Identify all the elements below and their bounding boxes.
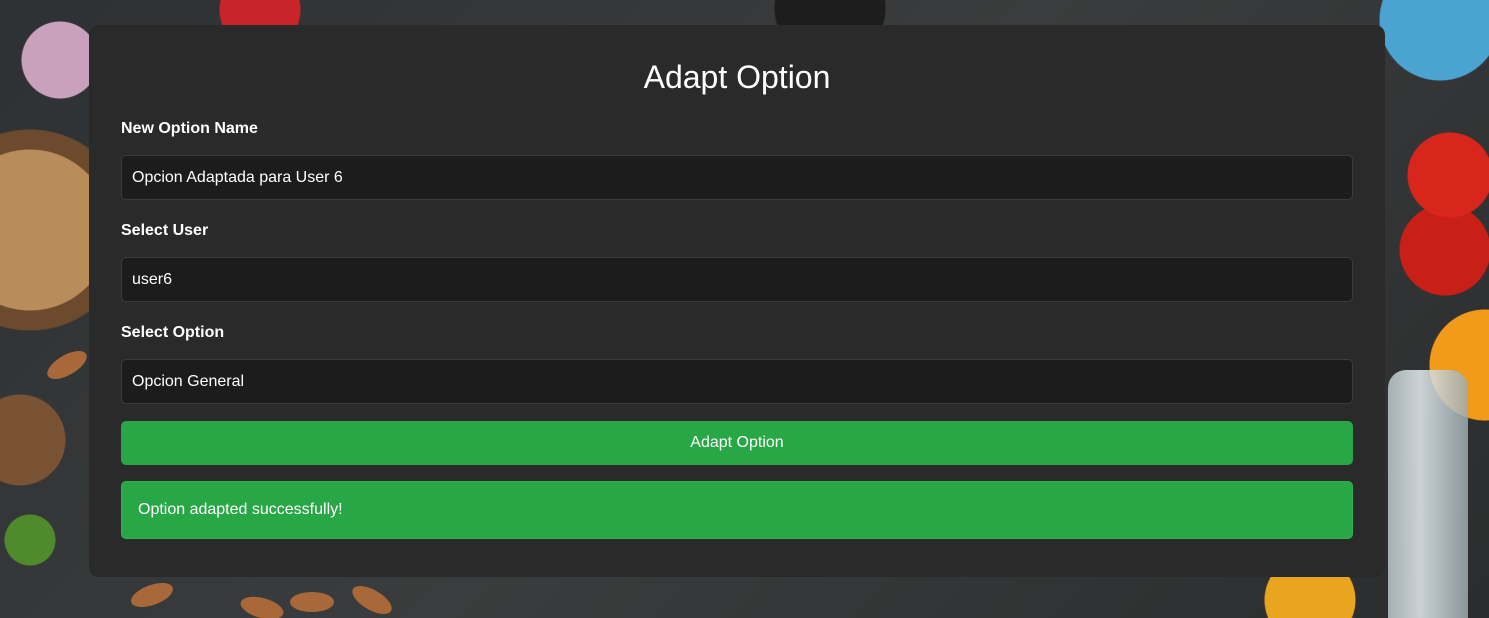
option-name-label: New Option Name	[121, 120, 258, 137]
adapt-option-card: Adapt Option New Option Name Select User…	[89, 25, 1385, 577]
success-alert: Option adapted successfully!	[121, 481, 1353, 539]
almond-decoration	[127, 578, 177, 612]
user-label: Select User	[121, 222, 209, 239]
almond-decoration	[290, 592, 334, 612]
option-label: Select Option	[121, 324, 225, 341]
water-bottle-decoration	[1388, 370, 1468, 618]
almond-decoration	[347, 580, 397, 618]
almond-decoration	[42, 345, 92, 385]
user-input[interactable]	[121, 257, 1353, 302]
almond-decoration	[238, 592, 286, 618]
adapt-option-button[interactable]: Adapt Option	[121, 421, 1353, 465]
option-input[interactable]	[121, 359, 1353, 404]
page-title: Adapt Option	[643, 59, 831, 95]
option-name-input[interactable]	[121, 155, 1353, 200]
